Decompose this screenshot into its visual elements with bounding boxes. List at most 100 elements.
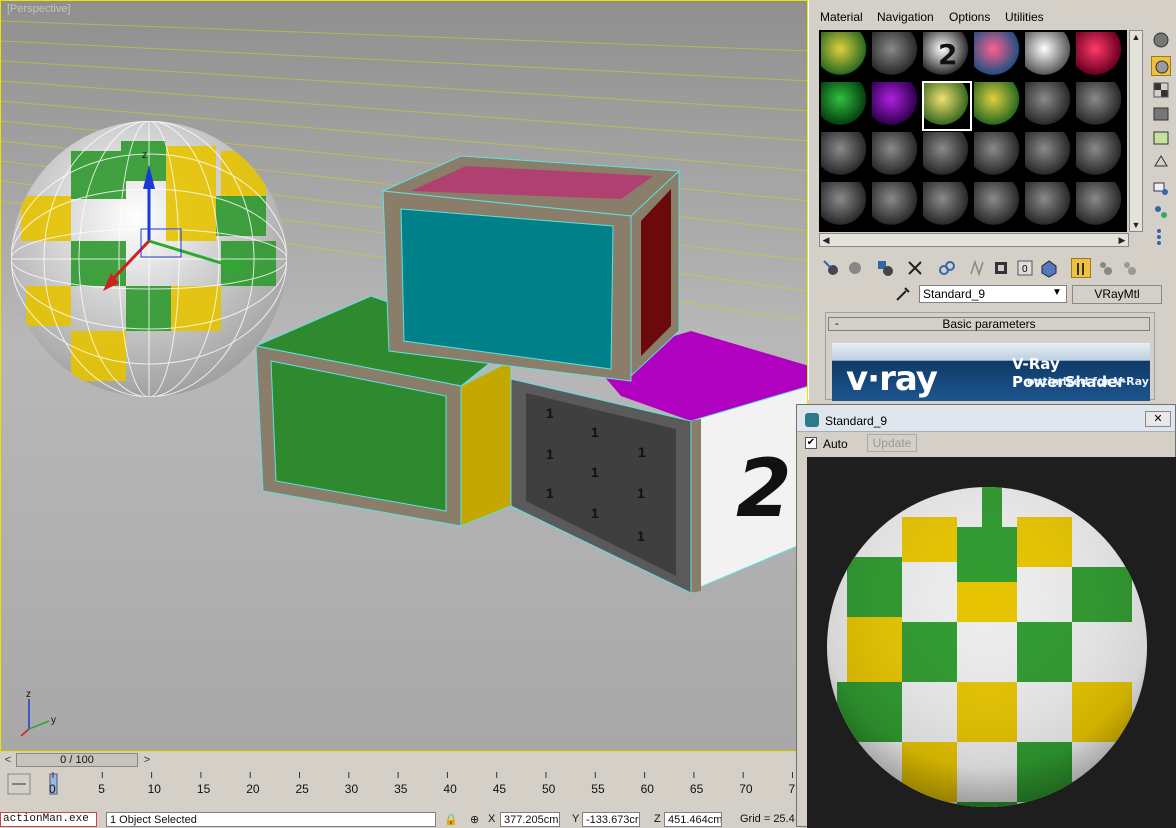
material-slot[interactable] — [821, 32, 869, 80]
material-name-field[interactable]: Standard_9 — [919, 285, 1067, 303]
timeline-tick-label: 60 — [641, 782, 655, 796]
material-slot[interactable] — [872, 132, 920, 180]
box-number-2-text: 2 — [736, 442, 792, 535]
video-color-check-icon[interactable] — [1151, 128, 1171, 148]
perspective-viewport[interactable]: z 2 1 1 1 1 1 1 1 1 1 z y [Perspective] — [0, 0, 808, 752]
show-map-icon[interactable] — [1039, 258, 1059, 278]
material-slot[interactable] — [922, 81, 972, 131]
time-slider[interactable]: 0 / 100 — [16, 753, 138, 767]
menu-options[interactable]: Options — [949, 10, 990, 24]
assign-to-selection-icon[interactable] — [875, 258, 895, 278]
absolute-mode-icon[interactable]: ⊕ — [470, 813, 479, 826]
viewport-label[interactable]: [Perspective] — [7, 3, 71, 15]
scroll-down-icon[interactable]: ▼ — [1130, 219, 1142, 231]
taskbar-process[interactable]: actionMan.exe — [0, 812, 97, 827]
material-editor-menubar: Material Navigation Options Utilities — [809, 7, 1169, 27]
select-by-material-icon[interactable] — [1151, 202, 1171, 222]
rollout-title: Basic parameters — [942, 317, 1036, 331]
scroll-left-icon[interactable]: ◀ — [820, 234, 832, 246]
material-name-row: Standard_9 ▼ VRayMtl — [894, 285, 1164, 305]
timeline-tick-label: 30 — [345, 782, 359, 796]
copy-material-icon[interactable] — [937, 258, 957, 278]
material-editor: Material Navigation Options Utilities 2 … — [808, 0, 1176, 401]
selection-status: 1 Object Selected — [106, 812, 436, 827]
put-to-scene-icon[interactable] — [845, 258, 865, 278]
auto-label: Auto — [823, 437, 848, 451]
material-slot[interactable]: 2 — [923, 32, 971, 80]
background-checker-icon[interactable] — [1151, 80, 1171, 100]
lock-icon[interactable]: 🔒 — [444, 813, 458, 826]
reset-map-icon[interactable] — [905, 258, 925, 278]
track-bar-ruler: 0 5 10 15 20 25 30 35 40 45 50 55 60 65 70 7 — [7, 772, 796, 796]
material-id-icon[interactable]: 0 — [1015, 258, 1035, 278]
material-slot[interactable] — [872, 82, 920, 130]
material-slot[interactable] — [821, 132, 869, 180]
x-coord-label: X — [488, 813, 496, 825]
backlight-icon[interactable] — [1151, 56, 1171, 76]
menu-navigation[interactable]: Navigation — [877, 10, 934, 24]
slots-vertical-scrollbar[interactable]: ▲ ▼ — [1129, 30, 1143, 232]
menu-material[interactable]: Material — [820, 10, 863, 24]
menu-utilities[interactable]: Utilities — [1005, 10, 1044, 24]
chevron-down-icon[interactable]: ▼ — [1052, 287, 1062, 298]
rollout-header[interactable]: - Basic parameters — [828, 317, 1150, 331]
material-slot[interactable] — [974, 32, 1022, 80]
close-button[interactable]: ✕ — [1145, 411, 1171, 427]
material-slot[interactable] — [821, 182, 869, 230]
next-frame-button[interactable]: > — [140, 753, 154, 767]
svg-text:1: 1 — [591, 505, 599, 521]
go-forward-sibling-icon[interactable] — [1119, 258, 1139, 278]
material-slot[interactable] — [1076, 32, 1124, 80]
make-unique-icon[interactable] — [967, 258, 987, 278]
track-bar[interactable]: 0 5 10 15 20 25 30 35 40 45 50 55 60 65 70 7 — [0, 770, 800, 800]
material-slot[interactable] — [1076, 132, 1124, 180]
tripod-z-label: z — [26, 689, 31, 700]
material-slot[interactable] — [1025, 32, 1073, 80]
x-coord-field[interactable]: 377.205cm — [500, 812, 560, 827]
get-material-icon[interactable] — [821, 258, 841, 278]
viewport-scene: z 2 1 1 1 1 1 1 1 1 1 z y — [1, 1, 807, 751]
svg-text:1: 1 — [637, 485, 645, 501]
y-coord-field[interactable]: -133.673cr — [582, 812, 640, 827]
z-coord-field[interactable]: 451.464cm — [664, 812, 722, 827]
material-slot[interactable] — [923, 182, 971, 230]
sample-type-icon[interactable] — [1151, 30, 1171, 50]
preview-title: Standard_9 — [825, 414, 888, 428]
time-slider-bar: < 0 / 100 > — [0, 752, 800, 770]
material-slot[interactable] — [821, 82, 869, 130]
material-toolbar: 0 — [819, 258, 1175, 280]
status-bar: 1 Object Selected 🔒 ⊕ X 377.205cm Y -133… — [0, 808, 800, 827]
timeline-tick-label: 65 — [690, 782, 704, 796]
material-slot[interactable] — [1076, 82, 1124, 130]
pick-material-icon[interactable] — [894, 285, 912, 303]
scroll-up-icon[interactable]: ▲ — [1130, 31, 1142, 43]
put-to-library-icon[interactable] — [991, 258, 1011, 278]
material-navigator-icon[interactable] — [1151, 226, 1171, 246]
preview-titlebar[interactable]: Standard_9 ✕ — [797, 405, 1175, 432]
update-button[interactable]: Update — [867, 434, 917, 452]
material-slots: 2 — [819, 30, 1127, 232]
material-slot[interactable] — [872, 182, 920, 230]
material-slot[interactable] — [923, 132, 971, 180]
box-cyan[interactable] — [381, 155, 681, 382]
material-slot[interactable] — [1025, 82, 1073, 130]
material-slot[interactable] — [974, 182, 1022, 230]
scroll-right-icon[interactable]: ▶ — [1116, 234, 1128, 246]
prev-frame-button[interactable]: < — [1, 753, 15, 767]
slots-horizontal-scrollbar[interactable]: ◀ ▶ — [819, 233, 1129, 247]
material-slot[interactable] — [974, 132, 1022, 180]
material-slot[interactable] — [1025, 132, 1073, 180]
make-preview-icon[interactable] — [1151, 152, 1171, 172]
uv-tiling-icon[interactable] — [1151, 104, 1171, 124]
options-icon[interactable] — [1151, 178, 1171, 198]
checker-sphere[interactable]: z — [11, 121, 287, 397]
material-slot[interactable] — [872, 32, 920, 80]
material-slot[interactable] — [974, 82, 1022, 130]
auto-checkbox[interactable]: ✔ — [805, 437, 817, 449]
material-slot[interactable] — [1076, 182, 1124, 230]
material-type-button[interactable]: VRayMtl — [1072, 285, 1162, 304]
show-end-result-icon[interactable] — [1071, 258, 1091, 278]
material-slot[interactable] — [1025, 182, 1073, 230]
go-to-parent-icon[interactable] — [1095, 258, 1115, 278]
collapse-icon[interactable]: - — [835, 318, 839, 330]
